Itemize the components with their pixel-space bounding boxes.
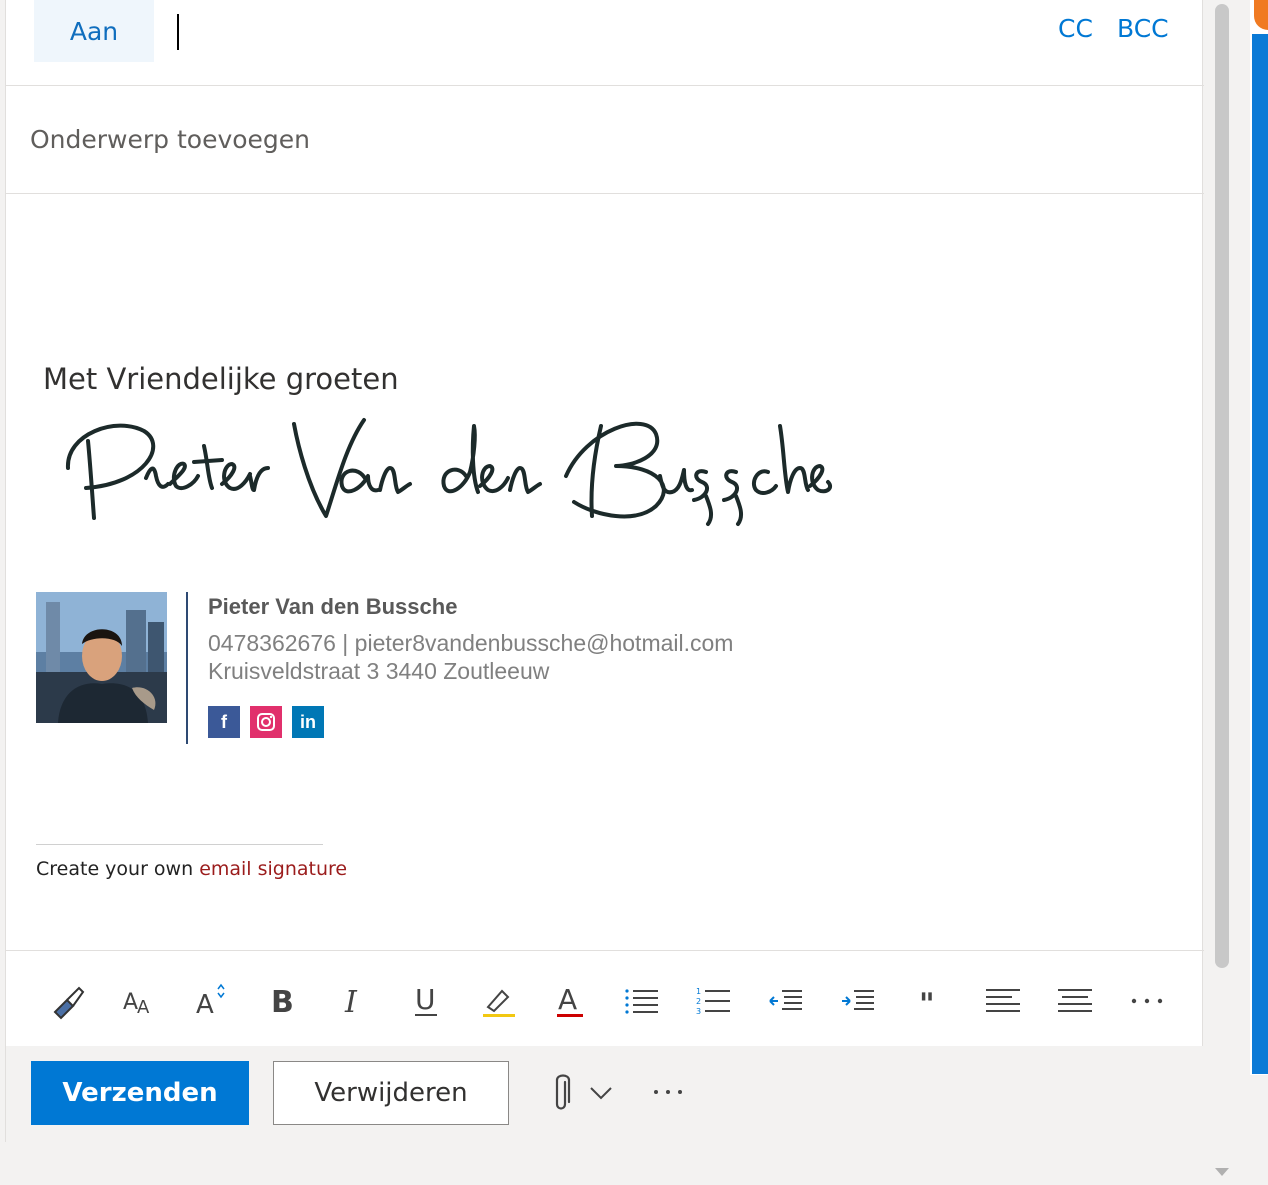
right-panel-accent — [1252, 34, 1268, 1074]
action-bar: Verzenden Verwijderen — [6, 1046, 1204, 1142]
svg-text:3: 3 — [696, 1007, 701, 1015]
svg-text:A: A — [123, 990, 138, 1015]
font-size-icon[interactable]: AA — [117, 981, 161, 1021]
send-button[interactable]: Verzenden — [31, 1061, 249, 1125]
to-row: Aan CC BCC — [6, 0, 1204, 86]
handwritten-signature-image — [65, 418, 833, 526]
signature-divider — [186, 592, 188, 744]
numbering-icon[interactable]: 123 — [692, 981, 736, 1021]
quote-icon[interactable]: " — [908, 981, 952, 1021]
signature-address: Kruisveldstraat 3 3440 Zoutleeuw — [208, 658, 550, 684]
facebook-icon[interactable]: f — [208, 706, 240, 738]
linkedin-icon[interactable]: in — [292, 706, 324, 738]
cc-link[interactable]: CC — [1058, 14, 1093, 43]
increase-indent-icon[interactable] — [836, 981, 880, 1021]
font-color-icon[interactable]: A — [548, 981, 592, 1021]
to-button[interactable]: Aan — [34, 0, 154, 62]
to-recipients-input[interactable] — [176, 10, 1036, 50]
formatting-toolbar: AA A B I U A 123 " — [6, 950, 1204, 1046]
bcc-link[interactable]: BCC — [1117, 14, 1169, 43]
italic-icon[interactable]: I — [332, 981, 376, 1021]
chevron-down-icon[interactable] — [586, 1076, 616, 1110]
svg-text:A: A — [137, 997, 150, 1017]
svg-text:B: B — [271, 985, 294, 1018]
compose-pane: Aan CC BCC Met Vriendelijke groeten — [5, 0, 1204, 1142]
svg-text:I: I — [344, 985, 358, 1018]
bullets-icon[interactable] — [620, 981, 664, 1021]
svg-text:": " — [919, 988, 935, 1014]
paperclip-icon[interactable] — [541, 1068, 581, 1118]
bold-icon[interactable]: B — [260, 981, 304, 1021]
message-body[interactable]: Met Vriendelijke groeten Pieter Van den … — [6, 194, 1204, 950]
instagram-icon[interactable] — [250, 706, 282, 738]
underline-icon[interactable]: U — [404, 981, 448, 1021]
align-left-icon[interactable] — [981, 981, 1025, 1021]
greeting-text: Met Vriendelijke groeten — [43, 362, 399, 396]
svg-text:2: 2 — [696, 997, 701, 1006]
subject-input[interactable] — [30, 116, 1180, 162]
svg-text:1: 1 — [696, 987, 701, 996]
footer-prefix: Create your own — [36, 858, 200, 880]
signature-contact: 0478362676 | pieter8vandenbussche@hotmai… — [208, 630, 734, 656]
avatar — [36, 592, 167, 723]
format-painter-icon[interactable] — [46, 981, 90, 1021]
svg-text:U: U — [415, 983, 436, 1016]
email-signature-card: Pieter Van den Bussche 0478362676 | piet… — [36, 592, 796, 744]
discard-button[interactable]: Verwijderen — [273, 1061, 509, 1125]
subject-row — [6, 86, 1204, 194]
right-panel-badge — [1254, 0, 1268, 34]
footer-divider — [36, 844, 323, 845]
vertical-scrollbar[interactable] — [1208, 0, 1238, 1185]
scrollbar-thumb[interactable] — [1215, 4, 1229, 968]
svg-text:A: A — [558, 983, 577, 1016]
more-options-icon[interactable] — [1125, 981, 1169, 1021]
svg-text:A: A — [196, 990, 214, 1019]
align-center-icon[interactable] — [1053, 981, 1097, 1021]
footer-text: Create your own email signature — [36, 858, 347, 880]
more-actions-icon[interactable] — [646, 1074, 690, 1110]
signature-name: Pieter Van den Bussche — [208, 594, 458, 619]
decrease-indent-icon[interactable] — [764, 981, 808, 1021]
email-signature-link[interactable]: email signature — [199, 858, 347, 880]
highlight-icon[interactable] — [476, 981, 520, 1021]
text-caret — [177, 14, 179, 50]
scroll-down-arrow-icon[interactable] — [1215, 1168, 1229, 1176]
grow-font-icon[interactable]: A — [188, 981, 232, 1021]
